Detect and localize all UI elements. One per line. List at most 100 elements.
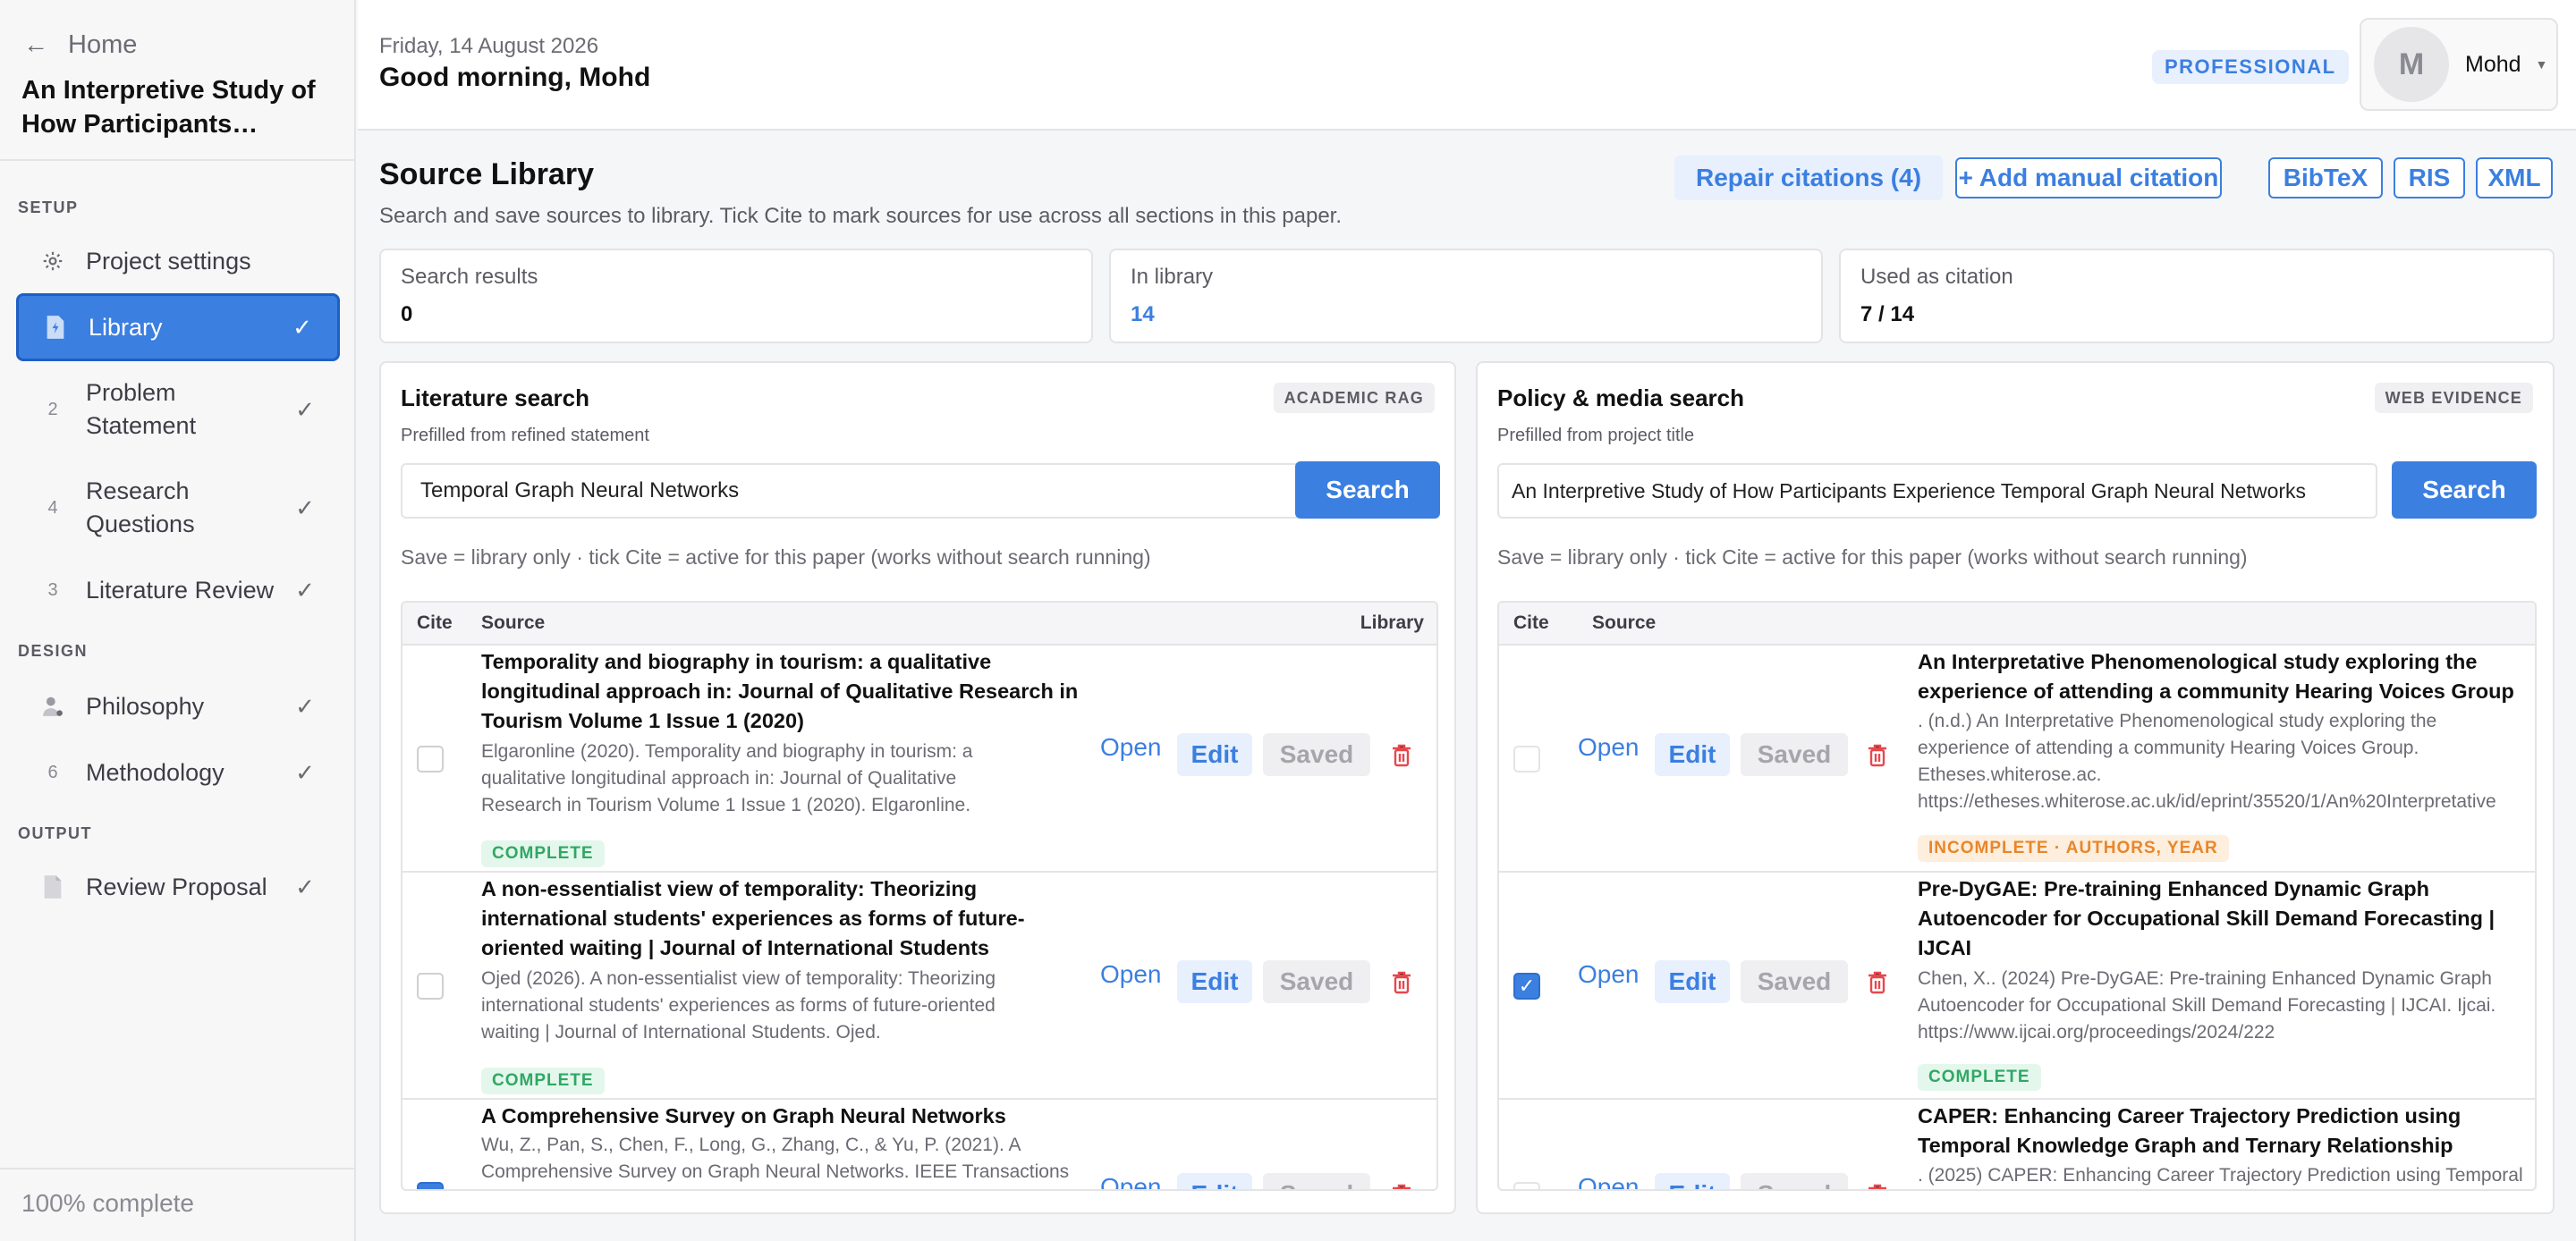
chevron-down-icon: ▼ — [2535, 57, 2548, 72]
policy-search-input[interactable] — [1497, 463, 2377, 519]
source-title: Pre-DyGAE: Pre-training Enhanced Dynamic… — [1918, 877, 2496, 959]
sidebar: ← Home An Interpretive Study of How Part… — [0, 0, 356, 1241]
stat-label: Search results — [401, 265, 538, 289]
home-label: Home — [68, 30, 138, 59]
open-link[interactable]: Open — [1100, 960, 1162, 989]
cite-checkbox[interactable] — [417, 973, 444, 1000]
person-icon — [30, 695, 75, 718]
source-citation: . (2025) CAPER: Enhancing Career Traject… — [1918, 1165, 2523, 1186]
check-icon: ✓ — [295, 692, 315, 720]
sidebar-item-research-questions[interactable]: 4 Research Questions ✓ — [16, 472, 340, 544]
literature-results-table: Cite Source Library Temporality and biog… — [401, 601, 1438, 1191]
source-citation: Ojed (2026). A non-essentialist view of … — [481, 968, 996, 1043]
project-title: An Interpretive Study of How Participant… — [21, 76, 316, 139]
saved-button[interactable]: Saved — [1741, 733, 1848, 776]
sidebar-item-label: Research Questions — [86, 477, 195, 537]
check-icon: ✓ — [295, 758, 315, 786]
panel-title: Literature search — [401, 384, 589, 411]
literature-search-button[interactable]: Search — [1295, 461, 1440, 519]
trash-icon[interactable] — [1392, 1184, 1411, 1191]
section-label-setup: SETUP — [18, 198, 79, 216]
source-citation: . (n.d.) An Interpretative Phenomenologi… — [1918, 711, 2496, 812]
literature-search-panel: Literature search ACADEMIC RAG Prefilled… — [379, 361, 1456, 1214]
edit-button[interactable]: Edit — [1655, 1173, 1730, 1189]
trash-icon[interactable] — [1392, 971, 1411, 994]
gear-icon — [30, 249, 75, 273]
sidebar-item-label: Library — [89, 313, 163, 341]
open-link[interactable]: Open — [1578, 960, 1640, 989]
table-row: Temporality and biography in tourism: a … — [402, 647, 1436, 873]
stat-value: 14 — [1131, 302, 1155, 326]
policy-results-table: Cite Source Open Edit Saved An Interpret… — [1497, 601, 2537, 1191]
trash-icon[interactable] — [1868, 744, 1887, 767]
source-citation: Chen, X.. (2024) Pre-DyGAE: Pre-training… — [1918, 968, 2496, 1043]
stat-label: Used as citation — [1860, 265, 2013, 289]
page-subtitle: Search and save sources to library. Tick… — [379, 204, 1343, 228]
edit-button[interactable]: Edit — [1177, 960, 1252, 1003]
sidebar-item-literature-review[interactable]: 3 Literature Review ✓ — [16, 569, 340, 612]
edit-button[interactable]: Edit — [1655, 960, 1730, 1003]
policy-search-button[interactable]: Search — [2392, 461, 2537, 519]
trash-icon[interactable] — [1868, 971, 1887, 994]
export-xml-button[interactable]: XML — [2476, 157, 2553, 198]
top-header: Friday, 14 August 2026 Good morning, Moh… — [358, 0, 2576, 131]
col-source: Source — [481, 612, 546, 633]
sidebar-item-label: Problem Statement — [86, 379, 197, 439]
check-icon: ✓ — [295, 494, 315, 521]
plan-badge: PROFESSIONAL — [2152, 50, 2349, 84]
cite-checkbox[interactable] — [417, 746, 444, 772]
trash-icon[interactable] — [1392, 744, 1411, 767]
prefill-note: Prefilled from refined statement — [401, 426, 649, 445]
saved-button[interactable]: Saved — [1263, 1173, 1370, 1189]
trash-icon[interactable] — [1868, 1184, 1887, 1191]
open-link[interactable]: Open — [1578, 1173, 1640, 1189]
sidebar-item-methodology[interactable]: 6 Methodology ✓ — [16, 751, 340, 794]
sidebar-footer-divider — [0, 1168, 356, 1169]
saved-button[interactable]: Saved — [1263, 733, 1370, 776]
sidebar-item-label: Review Proposal — [86, 873, 267, 900]
sidebar-item-philosophy[interactable]: Philosophy ✓ — [16, 685, 340, 728]
check-icon: ✓ — [295, 576, 315, 604]
cite-checkbox[interactable] — [1513, 1182, 1540, 1189]
saved-button[interactable]: Saved — [1741, 960, 1848, 1003]
check-icon: ✓ — [292, 313, 312, 341]
sidebar-item-review-proposal[interactable]: Review Proposal ✓ — [16, 865, 340, 908]
source-title: CAPER: Enhancing Career Trajectory Predi… — [1918, 1104, 2462, 1157]
edit-button[interactable]: Edit — [1177, 733, 1252, 776]
source-title: An Interpretative Phenomenological study… — [1918, 650, 2514, 703]
edit-button[interactable]: Edit — [1177, 1173, 1252, 1189]
add-manual-citation-button[interactable]: + Add manual citation — [1955, 157, 2222, 198]
saved-button[interactable]: Saved — [1741, 1173, 1848, 1189]
home-link[interactable]: ← Home — [23, 27, 137, 63]
user-menu[interactable]: M Mohd ▼ — [2360, 18, 2558, 111]
open-link[interactable]: Open — [1578, 733, 1640, 762]
stat-value: 7 / 14 — [1860, 302, 1915, 326]
export-bibtex-button[interactable]: BibTeX — [2268, 157, 2383, 198]
saved-button[interactable]: Saved — [1263, 960, 1370, 1003]
back-arrow-icon: ← — [23, 30, 48, 58]
step-number-badge: 6 — [47, 762, 58, 782]
cite-checkbox[interactable]: ✓ — [417, 1182, 444, 1189]
document-icon — [30, 874, 75, 899]
sidebar-item-project-settings[interactable]: Project settings — [16, 236, 340, 286]
source-tag: ACADEMIC RAG — [1273, 383, 1435, 413]
literature-search-input[interactable] — [401, 463, 1301, 519]
cite-checkbox[interactable]: ✓ — [1513, 973, 1540, 1000]
cite-checkbox[interactable] — [1513, 746, 1540, 772]
repair-citations-button[interactable]: Repair citations (4) — [1674, 156, 1943, 200]
sidebar-item-label: Literature Review — [86, 576, 275, 604]
stat-used-as-citation: Used as citation 7 / 14 — [1839, 249, 2555, 343]
sidebar-item-library[interactable]: Library ✓ — [16, 293, 340, 361]
export-ris-button[interactable]: RIS — [2394, 157, 2465, 198]
edit-button[interactable]: Edit — [1655, 733, 1730, 776]
stat-value: 0 — [401, 302, 413, 326]
open-link[interactable]: Open — [1100, 733, 1162, 762]
open-link[interactable]: Open — [1100, 1173, 1162, 1189]
check-icon: ✓ — [295, 395, 315, 423]
step-number-badge: 3 — [47, 579, 58, 600]
greeting: Good morning, Mohd — [379, 63, 651, 92]
sidebar-item-problem-statement[interactable]: 2 Problem Statement ✓ — [16, 374, 340, 445]
col-library: Library — [1360, 612, 1424, 633]
table-row: Open Edit Saved An Interpretative Phenom… — [1499, 647, 2535, 873]
panel-title: Policy & media search — [1497, 384, 1745, 411]
